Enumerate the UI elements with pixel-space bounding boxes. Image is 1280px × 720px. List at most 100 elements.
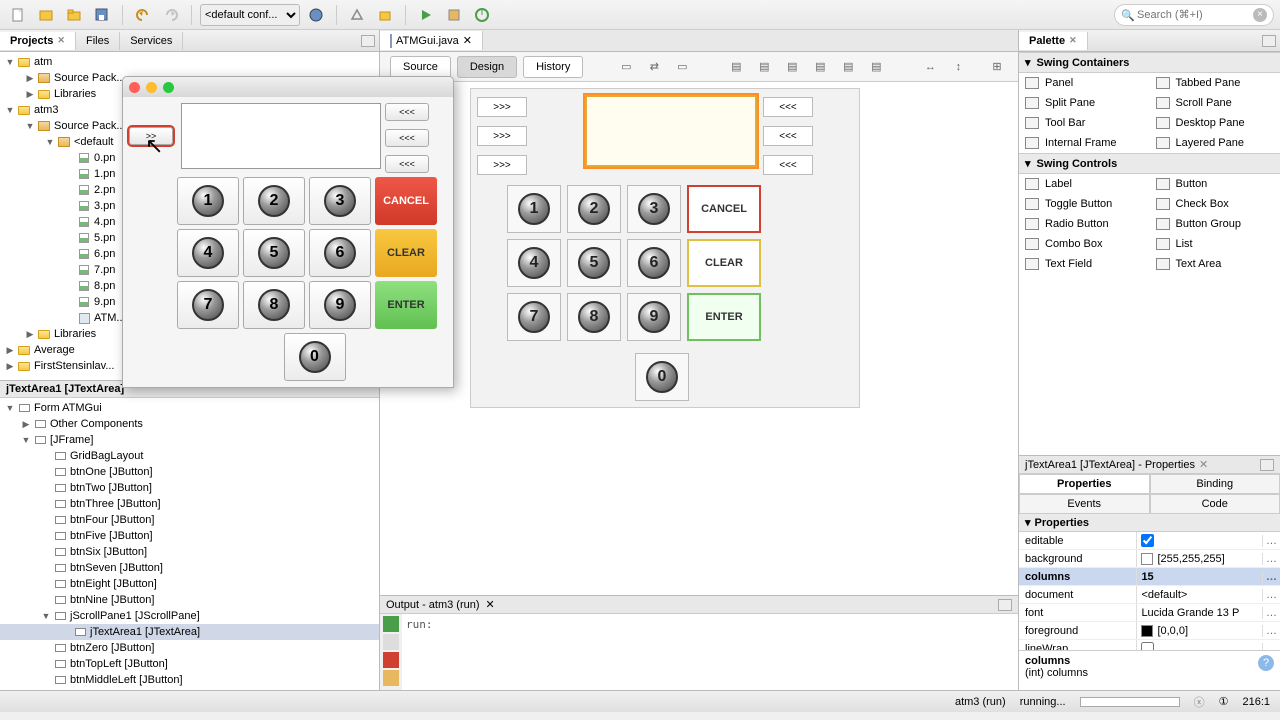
palette-item[interactable]: Panel xyxy=(1019,73,1150,93)
window-zoom-icon[interactable] xyxy=(163,82,174,93)
app-btn-bottom-right[interactable]: <<< xyxy=(385,155,429,173)
globe-icon[interactable] xyxy=(304,3,328,27)
palette-item[interactable]: List xyxy=(1150,234,1280,254)
design-frame[interactable]: >>> >>> >>> <<< <<< <<< 1 2 3 CANCEL 4 5… xyxy=(470,88,860,408)
tab-services[interactable]: Services xyxy=(120,32,183,50)
btn-six[interactable]: 6 xyxy=(627,239,681,287)
search-box[interactable]: 🔍 × xyxy=(1114,4,1274,26)
open-icon[interactable] xyxy=(62,3,86,27)
app-btn-six[interactable]: 6 xyxy=(309,229,371,277)
app-btn-top-right[interactable]: <<< xyxy=(385,103,429,121)
app-display[interactable] xyxy=(181,103,381,169)
design-canvas[interactable]: >>> >>> >>> <<< <<< <<< 1 2 3 CANCEL 4 5… xyxy=(380,82,1018,595)
app-btn-nine[interactable]: 9 xyxy=(309,281,371,329)
app-titlebar[interactable] xyxy=(123,77,453,97)
app-btn-four[interactable]: 4 xyxy=(177,229,239,277)
palette-cat-containers[interactable]: ▾Swing Containers xyxy=(1019,52,1280,73)
app-btn-one[interactable]: 1 xyxy=(177,177,239,225)
align-center-v-icon[interactable]: ▤ xyxy=(865,56,887,78)
app-btn-enter[interactable]: ENTER xyxy=(375,281,437,329)
palette-item[interactable]: Internal Frame xyxy=(1019,133,1150,153)
search-input[interactable] xyxy=(1137,5,1251,25)
new-file-icon[interactable] xyxy=(6,3,30,27)
btn-enter[interactable]: ENTER xyxy=(687,293,761,341)
btn-bottom-left[interactable]: >>> xyxy=(477,155,527,175)
app-btn-cancel[interactable]: CANCEL xyxy=(375,177,437,225)
debug-icon[interactable] xyxy=(442,3,466,27)
redo-icon[interactable] xyxy=(159,3,183,27)
new-project-icon[interactable] xyxy=(34,3,58,27)
tab-atmgui[interactable]: ATMGui.java ✕ xyxy=(380,31,483,50)
property-row-document[interactable]: document<default>… xyxy=(1019,586,1280,604)
build-icon[interactable] xyxy=(345,3,369,27)
resize-h-icon[interactable]: ↔ xyxy=(919,56,941,78)
palette-item[interactable]: Layered Pane xyxy=(1150,133,1280,153)
palette-item[interactable]: Button xyxy=(1150,174,1280,194)
minimize-icon[interactable] xyxy=(998,599,1012,611)
btn-bottom-right[interactable]: <<< xyxy=(763,155,813,175)
palette-item[interactable]: Radio Button xyxy=(1019,214,1150,234)
btn-two[interactable]: 2 xyxy=(567,185,621,233)
selection-mode-icon[interactable]: ▭ xyxy=(615,56,637,78)
window-close-icon[interactable] xyxy=(129,82,140,93)
btn-clear[interactable]: CLEAR xyxy=(687,239,761,287)
tab-palette[interactable]: Palette✕ xyxy=(1019,32,1088,50)
resize-v-icon[interactable]: ↕ xyxy=(947,56,969,78)
app-btn-zero[interactable]: 0 xyxy=(284,333,346,381)
btn-cancel[interactable]: CANCEL xyxy=(687,185,761,233)
jtextarea1[interactable] xyxy=(585,95,757,167)
btn-five[interactable]: 5 xyxy=(567,239,621,287)
app-btn-five[interactable]: 5 xyxy=(243,229,305,277)
undo-icon[interactable] xyxy=(131,3,155,27)
app-btn-clear[interactable]: CLEAR xyxy=(375,229,437,277)
preview-icon[interactable]: ▭ xyxy=(671,56,693,78)
align-right-icon[interactable]: ▤ xyxy=(753,56,775,78)
tab-files[interactable]: Files xyxy=(76,32,120,50)
palette-item[interactable]: Text Field xyxy=(1019,254,1150,274)
app-btn-seven[interactable]: 7 xyxy=(177,281,239,329)
property-row-lineWrap[interactable]: lineWrap… xyxy=(1019,640,1280,650)
prop-section-header[interactable]: ▾Properties xyxy=(1019,514,1280,532)
palette-item[interactable]: Toggle Button xyxy=(1019,194,1150,214)
btn-top-right[interactable]: <<< xyxy=(763,97,813,117)
app-btn-two[interactable]: 2 xyxy=(243,177,305,225)
app-btn-middle-right[interactable]: <<< xyxy=(385,129,429,147)
close-icon[interactable]: ✕ xyxy=(1199,458,1208,471)
btn-nine[interactable]: 9 xyxy=(627,293,681,341)
prop-tab-code[interactable]: Code xyxy=(1150,494,1280,514)
connection-mode-icon[interactable]: ⇄ xyxy=(643,56,665,78)
palette-item[interactable]: Label xyxy=(1019,174,1150,194)
btn-four[interactable]: 4 xyxy=(507,239,561,287)
btn-seven[interactable]: 7 xyxy=(507,293,561,341)
prop-tab-properties[interactable]: Properties xyxy=(1019,474,1150,494)
palette-item[interactable]: Combo Box xyxy=(1019,234,1150,254)
align-left-icon[interactable]: ▤ xyxy=(725,56,747,78)
btn-middle-right[interactable]: <<< xyxy=(763,126,813,146)
close-icon[interactable]: ✕ xyxy=(486,598,495,611)
palette-item[interactable]: Desktop Pane xyxy=(1150,113,1280,133)
help-icon[interactable]: ? xyxy=(1258,655,1274,671)
stop-run-icon[interactable]: ⓧ xyxy=(1194,694,1205,710)
app-btn-middle-left[interactable]: >> xyxy=(129,127,173,145)
palette-item[interactable]: Split Pane xyxy=(1019,93,1150,113)
app-btn-eight[interactable]: 8 xyxy=(243,281,305,329)
property-row-editable[interactable]: editable… xyxy=(1019,532,1280,550)
prop-tab-events[interactable]: Events xyxy=(1019,494,1150,514)
save-all-icon[interactable] xyxy=(90,3,114,27)
close-icon[interactable]: ✕ xyxy=(463,34,472,47)
notifications-icon[interactable]: ① xyxy=(1219,695,1229,708)
close-icon[interactable]: ✕ xyxy=(57,35,65,46)
mode-source[interactable]: Source xyxy=(390,56,451,78)
property-row-font[interactable]: fontLucida Grande 13 P… xyxy=(1019,604,1280,622)
btn-three[interactable]: 3 xyxy=(627,185,681,233)
palette-item[interactable]: Tool Bar xyxy=(1019,113,1150,133)
palette-item[interactable]: Scroll Pane xyxy=(1150,93,1280,113)
clear-search-icon[interactable]: × xyxy=(1253,8,1267,22)
palette-item[interactable]: Text Area xyxy=(1150,254,1280,274)
btn-middle-left[interactable]: >>> xyxy=(477,126,527,146)
stop-icon[interactable] xyxy=(383,652,399,668)
run-icon[interactable] xyxy=(414,3,438,27)
run-output-icon[interactable] xyxy=(383,616,399,632)
palette-cat-controls[interactable]: ▾Swing Controls xyxy=(1019,153,1280,174)
property-row-foreground[interactable]: foreground[0,0,0]… xyxy=(1019,622,1280,640)
